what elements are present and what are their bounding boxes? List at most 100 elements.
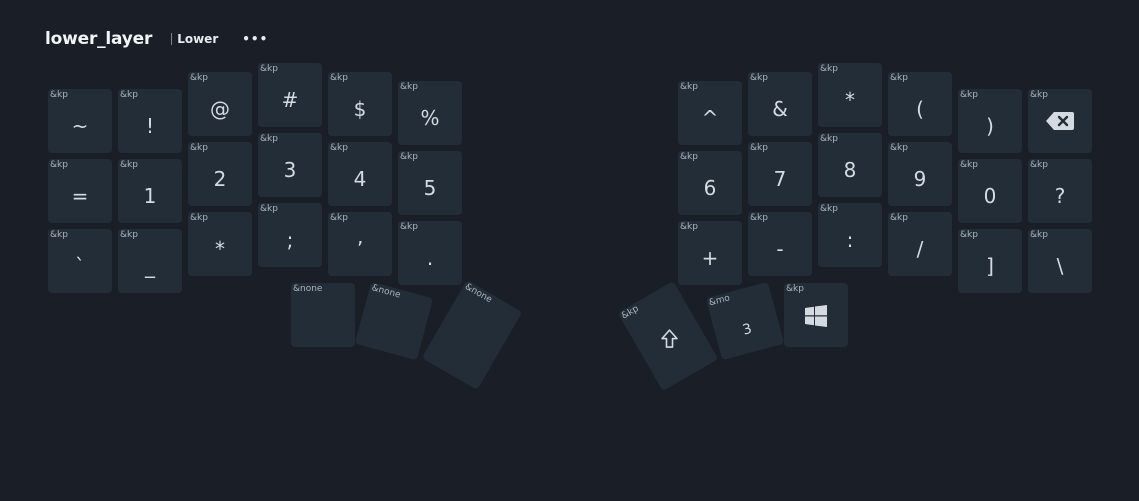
key-param: 2 xyxy=(213,167,227,191)
key-binding: &kp xyxy=(1030,90,1048,100)
key-binding: &kp xyxy=(120,90,138,100)
key-r3[interactable]: &kp * xyxy=(818,63,882,127)
key-r18[interactable]: &kp \ xyxy=(1028,229,1092,293)
key-r4[interactable]: &kp ( xyxy=(888,72,952,136)
layer-display-name[interactable]: Lower xyxy=(171,32,218,46)
key-binding: &kp xyxy=(890,73,908,83)
key-binding: &none xyxy=(370,283,402,301)
key-param: 0 xyxy=(983,184,997,208)
key-l16[interactable]: &kp; xyxy=(258,203,322,267)
key-param: 9 xyxy=(913,167,927,191)
key-param: ) xyxy=(986,114,994,138)
key-r5[interactable]: &kp) xyxy=(958,89,1022,153)
key-param: 4 xyxy=(353,167,367,191)
key-param: ^ xyxy=(701,106,719,130)
key-param: 3 xyxy=(740,320,754,339)
key-l13[interactable]: &kp ` xyxy=(48,229,112,293)
thumb-key-l3[interactable]: &none xyxy=(421,280,523,390)
key-binding: &kp xyxy=(260,204,278,214)
key-param xyxy=(454,302,509,334)
key-binding: &kp xyxy=(750,73,768,83)
key-l9[interactable]: &kp 2 xyxy=(188,142,252,206)
key-binding: &kp xyxy=(50,160,68,170)
key-l2[interactable]: &kp! xyxy=(118,89,182,153)
key-binding: &none xyxy=(293,284,323,294)
key-binding: &kp xyxy=(680,222,698,232)
key-l1[interactable]: &kp ~ xyxy=(48,89,112,153)
layer-name[interactable]: lower_layer xyxy=(45,29,152,49)
key-binding: &mo xyxy=(707,293,732,309)
thumb-key-r3[interactable]: &kp xyxy=(784,283,848,347)
key-binding: &kp xyxy=(1030,230,1048,240)
key-param: - xyxy=(776,237,784,261)
key-param: ? xyxy=(1054,184,1066,208)
key-r9[interactable]: &kp 8 xyxy=(818,133,882,197)
key-binding: &kp xyxy=(680,152,698,162)
key-r12[interactable]: &kp? xyxy=(1028,159,1092,223)
thumb-key-r1[interactable]: &kp xyxy=(617,281,719,391)
key-param: ! xyxy=(145,114,155,138)
key-binding: &kp xyxy=(620,303,641,322)
key-r7[interactable]: &kp 6 xyxy=(678,151,742,215)
key-r1[interactable]: &kp ^ xyxy=(678,81,742,145)
shift-arrow-icon xyxy=(661,329,678,348)
key-param: 3 xyxy=(283,158,297,182)
key-r11[interactable]: &kp 0 xyxy=(958,159,1022,223)
key-binding: &kp xyxy=(120,230,138,240)
layer-header: lower_layer Lower ••• xyxy=(45,26,268,52)
key-param: 7 xyxy=(773,167,787,191)
key-r6[interactable]: &kp xyxy=(1028,89,1092,153)
key-binding: &kp xyxy=(260,64,278,74)
key-l17[interactable]: &kp ’ xyxy=(328,212,392,276)
key-binding: &kp xyxy=(190,143,208,153)
key-param: 8 xyxy=(843,158,857,182)
key-r17[interactable]: &kp] xyxy=(958,229,1022,293)
key-r10[interactable]: &kp 9 xyxy=(888,142,952,206)
thumb-key-l1[interactable]: &none xyxy=(291,283,355,347)
key-binding: &none xyxy=(463,281,494,306)
key-param: : xyxy=(846,228,854,252)
key-r13[interactable]: &kp + xyxy=(678,221,742,285)
key-binding: &kp xyxy=(820,134,838,144)
key-binding: &kp xyxy=(330,143,348,153)
key-l18[interactable]: &kp. xyxy=(398,221,462,285)
key-param: 5 xyxy=(423,176,437,200)
key-l6[interactable]: &kp% xyxy=(398,81,462,145)
key-l4[interactable]: &kp # xyxy=(258,63,322,127)
key-l8[interactable]: &kp 1 xyxy=(118,159,182,223)
thumb-key-r2[interactable]: &mo 3 xyxy=(705,281,785,361)
key-param: \ xyxy=(1056,254,1064,278)
key-param: % xyxy=(420,106,440,130)
key-l5[interactable]: &kp $ xyxy=(328,72,392,136)
key-param: ( xyxy=(916,97,924,121)
key-binding: &kp xyxy=(190,213,208,223)
key-binding: &kp xyxy=(400,222,418,232)
key-binding: &kp xyxy=(786,284,804,294)
key-binding: &kp xyxy=(120,160,138,170)
key-l7[interactable]: &kp = xyxy=(48,159,112,223)
key-param: . xyxy=(426,246,434,270)
thumb-key-l2[interactable]: &none xyxy=(354,281,434,361)
more-options-icon[interactable]: ••• xyxy=(242,33,268,45)
key-param: $ xyxy=(353,97,367,121)
key-l11[interactable]: &kp 4 xyxy=(328,142,392,206)
key-l15[interactable]: &kp * xyxy=(188,212,252,276)
key-l10[interactable]: &kp 3 xyxy=(258,133,322,197)
key-binding: &kp xyxy=(330,213,348,223)
key-r2[interactable]: &kp & xyxy=(748,72,812,136)
windows-icon-wrap xyxy=(784,305,848,327)
key-r8[interactable]: &kp 7 xyxy=(748,142,812,206)
key-param: & xyxy=(772,97,788,121)
key-binding: &kp xyxy=(890,213,908,223)
key-l14[interactable]: &kp _ xyxy=(118,229,182,293)
key-binding: &kp xyxy=(400,82,418,92)
key-r16[interactable]: &kp / xyxy=(888,212,952,276)
key-param: # xyxy=(281,88,299,112)
key-l3[interactable]: &kp @ xyxy=(188,72,252,136)
key-r14[interactable]: &kp - xyxy=(748,212,812,276)
key-l12[interactable]: &kp 5 xyxy=(398,151,462,215)
display-name-divider xyxy=(171,33,173,45)
key-r15[interactable]: &kp: xyxy=(818,203,882,267)
key-param: ; xyxy=(286,228,294,252)
key-binding: &kp xyxy=(890,143,908,153)
